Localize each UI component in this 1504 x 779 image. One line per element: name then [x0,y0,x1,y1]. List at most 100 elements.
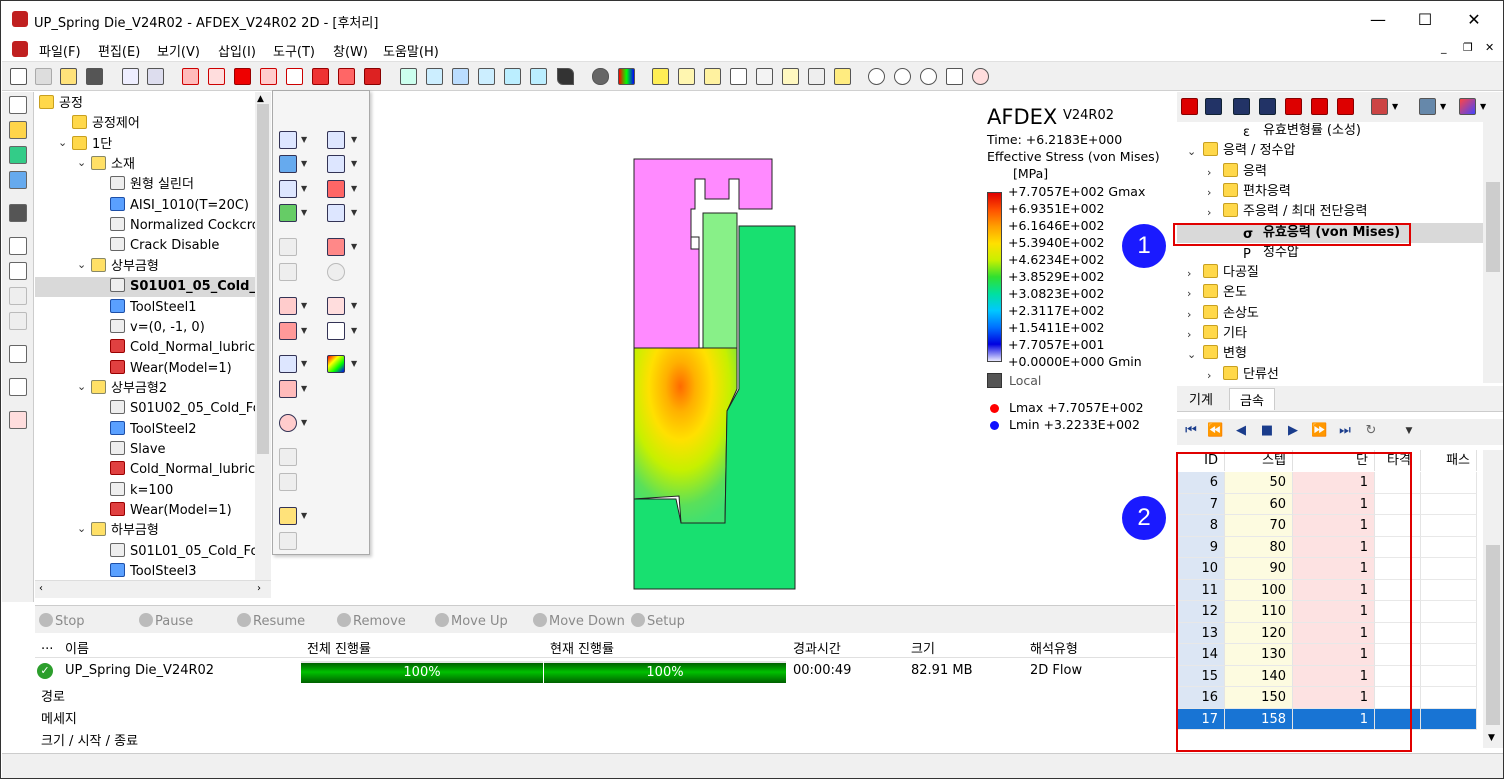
process-tree-item[interactable]: ⌄ 1단 [58,135,112,155]
result-tree-item[interactable]: › 단류선 [1177,365,1483,383]
result-tree-item[interactable]: › 기타 [1177,324,1483,344]
press-tool-icon[interactable] [327,238,345,256]
result-tree-item[interactable]: › 편차응력 [1177,182,1483,202]
contour-model-view[interactable] [621,151,796,593]
view-back-icon[interactable] [208,68,225,85]
scroll-up-icon[interactable]: ▲ [257,94,264,104]
render-shaded-icon[interactable] [400,68,417,85]
pin-tool-icon[interactable] [327,204,345,222]
process-tree-item[interactable]: ToolSteel1 [110,298,196,318]
cube-grid-icon[interactable] [704,68,721,85]
menu-edit[interactable]: 편집(E) [98,41,140,60]
job-control-button[interactable]: Resume [237,613,305,629]
result-cube1-icon[interactable] [1371,98,1388,115]
result-tree-item[interactable]: › 주응력 / 최대 전단응력 [1177,202,1483,222]
process-tree-item[interactable]: S01L01_05_Cold_Forming [110,542,271,562]
process-tree-item[interactable]: Crack Disable [110,236,219,256]
box-tool-icon[interactable] [327,322,345,340]
node-tool-icon[interactable] [9,262,27,280]
cube-wire-icon[interactable] [730,68,747,85]
import-icon[interactable] [122,68,139,85]
boundary-tool-icon[interactable] [279,507,297,525]
job-control-button[interactable]: Stop [39,613,85,629]
result-tree-item[interactable]: ⌄ 응력 / 정수압 [1177,141,1483,161]
bowl-tool-icon[interactable] [327,297,345,315]
grid-tool-icon[interactable] [9,237,27,255]
cube-yellow-icon[interactable] [652,68,669,85]
material-tool-icon[interactable] [279,155,297,173]
col-elapsed[interactable]: 경과시간 [793,638,841,657]
zoom-in-icon[interactable] [894,68,911,85]
mdi-close-button[interactable]: ✕ [1485,41,1494,54]
probe-pen-icon[interactable] [327,180,345,198]
die-tool-icon[interactable] [327,131,345,149]
last-step-icon[interactable]: ⏭ [1337,423,1353,439]
col-total-progress[interactable]: 전체 진행률 [307,638,371,657]
colormap-tool-icon[interactable] [327,355,345,373]
expand-chevron-icon[interactable]: › [1187,325,1191,345]
tab-machine[interactable]: 기계 [1179,388,1223,410]
view-right-icon[interactable] [312,68,329,85]
result-tree-item[interactable]: ⌄ 변형 [1177,344,1483,364]
process-tree-item[interactable]: S01U01_05_Cold_Forming [35,277,271,298]
scroll-right-icon[interactable]: › [257,583,261,594]
result-die3-icon[interactable] [1233,98,1250,115]
scroll-thumb[interactable] [257,104,269,454]
view-iso2-icon[interactable] [364,68,381,85]
process-tree-item[interactable]: Slave [110,440,166,460]
monitor-icon[interactable] [9,146,27,164]
view-top-icon[interactable] [234,68,251,85]
process-tree-item[interactable]: ⌄ 상부금형2 [77,379,167,399]
process-tree-item[interactable]: AISI_1010(T=20C) [110,196,249,216]
col-size[interactable]: 크기 [911,638,935,657]
heat-tool-icon[interactable] [279,322,297,340]
dropdown-arrow-icon[interactable]: ▼ [1392,102,1398,111]
cube-multi-icon[interactable] [756,68,773,85]
result-tree-item[interactable]: › 온도 [1177,283,1483,303]
scroll-thumb[interactable] [1486,182,1500,272]
grid-cell[interactable] [1421,687,1477,709]
render-mesh-icon[interactable] [452,68,469,85]
menu-tools[interactable]: 도구(T) [273,41,315,60]
process-tree-item[interactable]: ToolSteel2 [110,420,196,440]
grid-cell[interactable] [1421,622,1477,644]
load-tool-icon[interactable] [279,414,297,432]
result-tree-vscroll[interactable] [1483,122,1503,383]
expand-chevron-icon[interactable]: ⌄ [77,377,86,397]
result-die6-icon[interactable] [1311,98,1328,115]
stop-icon[interactable]: ■ [1259,423,1275,439]
grid-cell[interactable] [1421,472,1477,494]
grid-cell[interactable] [1421,536,1477,558]
view-left-icon[interactable] [286,68,303,85]
scroll-down-icon[interactable]: ▼ [1488,733,1495,743]
palette-icon[interactable] [618,68,635,85]
render-edge-icon[interactable] [478,68,495,85]
options-dropdown-icon[interactable]: ▼ [1401,423,1417,439]
expand-chevron-icon[interactable]: › [1207,163,1211,183]
first-step-icon[interactable]: ⏮ [1183,423,1199,439]
job-control-button[interactable]: Pause [139,613,193,629]
process-tree-vscroll[interactable]: ▲ [255,92,271,580]
step-grid-vscroll[interactable]: ▼ [1483,450,1503,748]
expand-chevron-icon[interactable]: ⌄ [77,255,86,275]
process-tree-item[interactable]: S01U02_05_Cold_Forming [110,399,271,419]
save-icon[interactable] [86,68,103,85]
process-tree-item[interactable]: ToolSteel3 [110,562,196,580]
result-die1-icon[interactable] [1181,98,1198,115]
result-die2-icon[interactable] [1205,98,1222,115]
zoom-window-icon[interactable] [868,68,885,85]
view-front-icon[interactable] [182,68,199,85]
expand-chevron-icon[interactable]: ⌄ [58,133,67,153]
process-tree-item[interactable]: Wear(Model=1) [110,501,232,521]
grid-cell[interactable] [1421,644,1477,666]
export-icon[interactable] [147,68,164,85]
col-more[interactable]: ... [41,638,53,653]
render-hidden-icon[interactable] [504,68,521,85]
rotate-view-icon[interactable] [972,68,989,85]
grid-header-cell[interactable]: 패스 [1421,450,1477,471]
lubricant-tool-icon[interactable] [279,204,297,222]
result-cube2-icon[interactable] [1419,98,1436,115]
cube-light-icon[interactable] [678,68,695,85]
process-tree-item[interactable]: 공정 [39,94,83,114]
dropdown-arrow3-icon[interactable]: ▼ [1480,102,1486,111]
